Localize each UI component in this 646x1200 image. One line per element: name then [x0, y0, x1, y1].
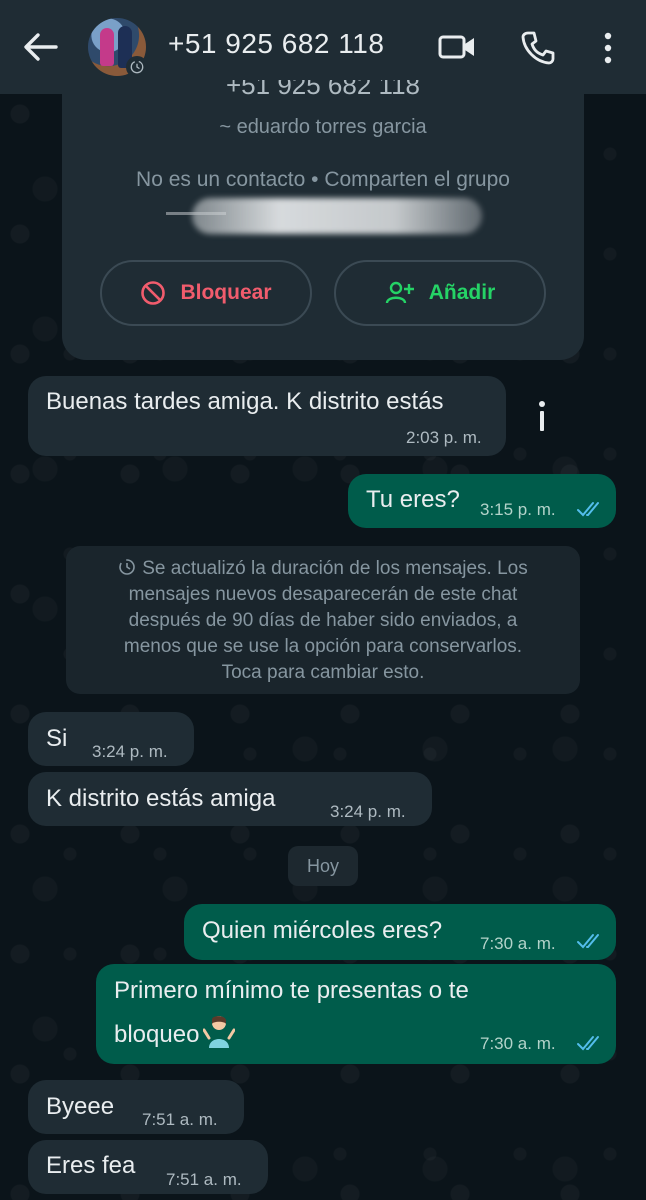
message-text-line: Primero mínimo te presentas o te [114, 977, 469, 1004]
add-contact-button[interactable]: Añadir [334, 260, 546, 326]
redacted-group-name [192, 198, 482, 234]
outgoing-message[interactable]: Quien miércoles eres? 7:30 a. m. [184, 904, 616, 960]
read-receipt-icon [577, 934, 599, 949]
block-icon [141, 281, 166, 305]
incoming-message[interactable]: Byeee 7:51 a. m. [28, 1080, 244, 1134]
message-time: 7:30 a. m. [480, 1034, 556, 1053]
chat-title[interactable]: +51 925 682 118 [168, 28, 384, 60]
message-time: 3:15 p. m. [480, 500, 556, 519]
avatar[interactable] [88, 18, 148, 78]
message-text: Si [46, 725, 68, 752]
video-call-icon[interactable] [438, 32, 476, 62]
incoming-message[interactable]: Si 3:24 p. m. [28, 712, 194, 766]
person-shrugging-emoji [203, 1016, 236, 1048]
message-time: 3:24 p. m. [330, 802, 406, 821]
notice-line: menos que se use la opción para conserva… [123, 636, 523, 657]
message-time: 7:51 a. m. [166, 1170, 242, 1189]
message-time: 7:30 a. m. [480, 934, 556, 953]
disappearing-timer-icon [126, 56, 148, 78]
message-time: 7:51 a. m. [142, 1110, 218, 1129]
notice-line: mensajes nuevos desaparecerán de este ch… [128, 584, 518, 605]
timer-icon [119, 559, 136, 575]
message-time: 2:03 p. m. [406, 428, 482, 447]
incoming-message[interactable]: Buenas tardes amiga. K distrito estás 2:… [28, 376, 506, 456]
add-contact-label: Añadir [428, 281, 496, 304]
outgoing-message[interactable]: Primero mínimo te presentas o te bloqueo… [96, 964, 616, 1064]
notice-line: después de 90 días de haber sido enviado… [128, 610, 518, 631]
contact-number-partial: +51 925 682 118 [226, 80, 420, 100]
disappearing-messages-notice[interactable]: Se actualizó la duración de los mensajes… [66, 546, 580, 694]
outgoing-message[interactable]: Tu eres? 3:15 p. m. [348, 474, 616, 528]
message-text: Eres fea [46, 1152, 136, 1179]
message-text-line: bloqueo [114, 1014, 236, 1049]
read-receipt-icon [577, 502, 599, 517]
voice-call-icon[interactable] [520, 30, 556, 66]
message-text: K distrito estás amiga [46, 785, 276, 812]
block-button[interactable]: Bloquear [100, 260, 312, 326]
incoming-message[interactable]: Eres fea 7:51 a. m. [28, 1140, 268, 1194]
incoming-message[interactable]: K distrito estás amiga 3:24 p. m. [28, 772, 432, 826]
message-text: Tu eres? [366, 486, 460, 513]
back-arrow-icon[interactable] [22, 32, 58, 62]
avatar-person-figure [100, 28, 114, 66]
contact-push-name: ~ eduardo torres garcia [219, 116, 427, 138]
add-person-icon [385, 281, 414, 304]
message-text: Byeee [46, 1093, 115, 1120]
contact-status-text: No es un contacto • Comparten el grupo [136, 168, 510, 191]
unknown-contact-card: +51 925 682 118 ~ eduardo torres garcia … [62, 80, 584, 360]
notice-line: Se actualizó la duración de los mensajes… [142, 558, 528, 579]
message-text: bloqueo [114, 1021, 200, 1048]
day-divider: Hoy [288, 846, 358, 886]
more-options-icon[interactable] [596, 30, 620, 66]
info-icon[interactable] [532, 396, 552, 436]
notice-line: Toca para cambiar esto. [221, 662, 425, 683]
block-button-label: Bloquear [180, 281, 272, 304]
message-text: Buenas tardes amiga. K distrito estás [46, 388, 444, 415]
read-receipt-icon [577, 1036, 599, 1051]
message-text: Quien miércoles eres? [202, 917, 443, 944]
message-time: 3:24 p. m. [92, 742, 168, 761]
